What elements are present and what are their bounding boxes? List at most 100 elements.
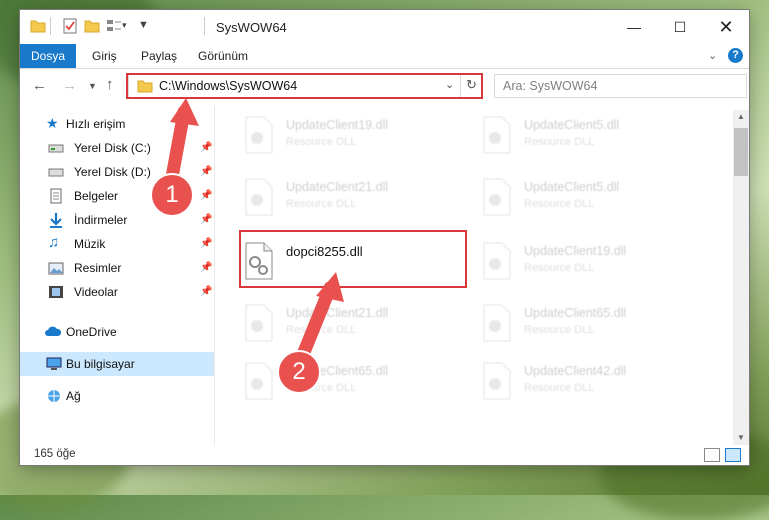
sidebar-item-label: Bu bilgisayar <box>66 357 135 371</box>
list-item[interactable]: UpdateClient19.dll Resource DLL <box>236 110 464 166</box>
drive-icon <box>48 168 64 177</box>
step-1-badge: 1 <box>150 173 194 217</box>
network-icon <box>48 390 60 402</box>
folder-icon <box>30 20 46 33</box>
search-placeholder: Ara: SysWOW64 <box>503 79 598 93</box>
list-item[interactable]: UpdateClient65.dll Resource DLL <box>236 356 464 412</box>
music-icon: ♫ <box>48 234 60 251</box>
sidebar-item-network[interactable]: Ağ <box>20 384 214 408</box>
dll-file-icon <box>245 116 273 154</box>
sidebar-item-onedrive[interactable]: OneDrive <box>20 320 214 344</box>
list-item[interactable]: UpdateClient42.dll Resource DLL <box>474 356 702 412</box>
dll-file-icon <box>483 304 511 342</box>
star-icon: ★ <box>46 115 59 131</box>
file-name: UpdateClient5.dll <box>524 180 620 194</box>
file-name: UpdateClient21.dll <box>286 306 389 320</box>
sidebar-item-quick-access[interactable]: ★ Hızlı erişim <box>20 112 214 136</box>
drive-icon <box>48 144 64 153</box>
videos-icon <box>49 286 63 298</box>
sidebar-item-this-pc[interactable]: Bu bilgisayar <box>20 352 214 376</box>
help-icon[interactable]: ? <box>728 48 743 63</box>
dll-file-icon <box>245 178 273 216</box>
file-name: UpdateClient5.dll <box>524 118 620 132</box>
downloads-icon <box>50 213 62 228</box>
list-item[interactable]: UpdateClient19.dll Resource DLL <box>474 236 702 292</box>
sidebar-item-label: Müzik <box>74 237 106 251</box>
scrollbar-thumb[interactable] <box>734 128 748 176</box>
sidebar-item-label: İndirmeler <box>74 213 128 227</box>
dll-file-icon <box>483 242 511 280</box>
address-highlight-box <box>126 73 483 99</box>
computer-icon <box>46 357 62 370</box>
new-folder-icon[interactable] <box>84 18 100 34</box>
file-name: UpdateClient42.dll <box>524 364 627 378</box>
scroll-down-icon[interactable]: ▼ <box>737 433 745 442</box>
tab-file[interactable]: Dosya <box>20 44 76 68</box>
properties-icon[interactable] <box>62 18 78 34</box>
back-arrow-icon[interactable]: ← <box>32 77 47 94</box>
large-icons-view-icon[interactable] <box>725 448 741 462</box>
vertical-scrollbar[interactable]: ▲ ▼ <box>733 110 749 445</box>
explorer-window: ▾ ▼ SysWOW64 — ☐ ✕ Dosya Giriş Paylaş Gö… <box>20 10 749 465</box>
pin-icon[interactable]: 📌 <box>200 190 212 201</box>
dropdown-arrow-icon[interactable]: ▾ <box>122 20 127 31</box>
tab-share[interactable]: Paylaş <box>141 44 177 68</box>
step-1-label: 1 <box>165 181 179 208</box>
pin-icon[interactable]: 📌 <box>200 214 212 225</box>
list-item[interactable]: UpdateClient21.dll Resource DLL <box>236 298 464 354</box>
pin-icon[interactable]: 📌 <box>200 262 212 273</box>
maximize-button[interactable]: ☐ <box>657 10 703 44</box>
dll-file-icon <box>483 116 511 154</box>
search-box[interactable]: Ara: SysWOW64 <box>494 74 747 98</box>
file-description: Resource DLL <box>524 198 595 210</box>
file-description: Resource DLL <box>286 324 357 336</box>
pin-icon[interactable]: 📌 <box>200 142 212 153</box>
list-item[interactable]: UpdateClient5.dll Resource DLL <box>474 110 702 166</box>
window-title: SysWOW64 <box>216 20 287 35</box>
file-name: UpdateClient21.dll <box>286 180 389 194</box>
cloud-icon <box>45 326 62 336</box>
list-item[interactable]: UpdateClient21.dll Resource DLL <box>236 172 464 228</box>
file-description: Resource DLL <box>286 136 357 148</box>
tab-view[interactable]: Görünüm <box>198 44 248 68</box>
forward-arrow-icon[interactable]: → <box>62 77 77 94</box>
sidebar-item-label: Ağ <box>66 389 81 403</box>
item-count: 165 öğe <box>34 448 76 460</box>
sidebar-item-label: Belgeler <box>74 189 119 203</box>
pin-icon[interactable]: 📌 <box>200 166 212 177</box>
scroll-up-icon[interactable]: ▲ <box>737 112 745 121</box>
customize-toolbar-icon[interactable] <box>106 18 122 34</box>
file-description: Resource DLL <box>524 136 595 148</box>
expand-ribbon-icon[interactable]: ⌄ <box>708 49 717 62</box>
recent-locations-icon[interactable]: ▼ <box>88 81 97 91</box>
close-button[interactable]: ✕ <box>703 10 749 44</box>
sidebar-item-music[interactable]: ♫ Müzik 📌 <box>20 232 214 256</box>
file-description: Resource DLL <box>524 324 595 336</box>
sidebar-item-disk-c[interactable]: Yerel Disk (C:) 📌 <box>20 136 214 160</box>
dll-file-icon <box>245 304 273 342</box>
pin-icon[interactable]: 📌 <box>200 238 212 249</box>
tab-home[interactable]: Giriş <box>92 44 117 68</box>
minimize-button[interactable]: — <box>611 10 657 44</box>
up-arrow-icon[interactable]: ↑ <box>106 76 114 93</box>
pin-icon[interactable]: 📌 <box>200 286 212 297</box>
navigation-pane: ★ Hızlı erişim Yerel Disk (C:) 📌 Yerel D… <box>20 106 215 445</box>
list-item[interactable]: UpdateClient65.dll Resource DLL <box>474 298 702 354</box>
sidebar-item-label: Videolar <box>74 285 118 299</box>
sidebar-item-label: Yerel Disk (D:) <box>74 165 151 179</box>
pictures-icon <box>48 262 64 275</box>
sidebar-item-pictures[interactable]: Resimler 📌 <box>20 256 214 280</box>
details-view-icon[interactable] <box>704 448 720 462</box>
title-bar: ▾ ▼ SysWOW64 — ☐ ✕ <box>20 10 749 44</box>
file-description: Resource DLL <box>524 262 595 274</box>
file-name: UpdateClient19.dll <box>524 244 627 258</box>
sidebar-item-label: Yerel Disk (C:) <box>74 141 151 155</box>
file-description: Resource DLL <box>524 382 595 394</box>
sidebar-item-videos[interactable]: Videolar 📌 <box>20 280 214 304</box>
file-name: UpdateClient19.dll <box>286 118 389 132</box>
dll-file-icon <box>245 362 273 400</box>
dll-file-icon <box>483 178 511 216</box>
quick-access-dropdown-icon[interactable]: ▼ <box>138 19 149 31</box>
list-item[interactable]: UpdateClient5.dll Resource DLL <box>474 172 702 228</box>
status-bar: 165 öğe <box>20 445 749 465</box>
